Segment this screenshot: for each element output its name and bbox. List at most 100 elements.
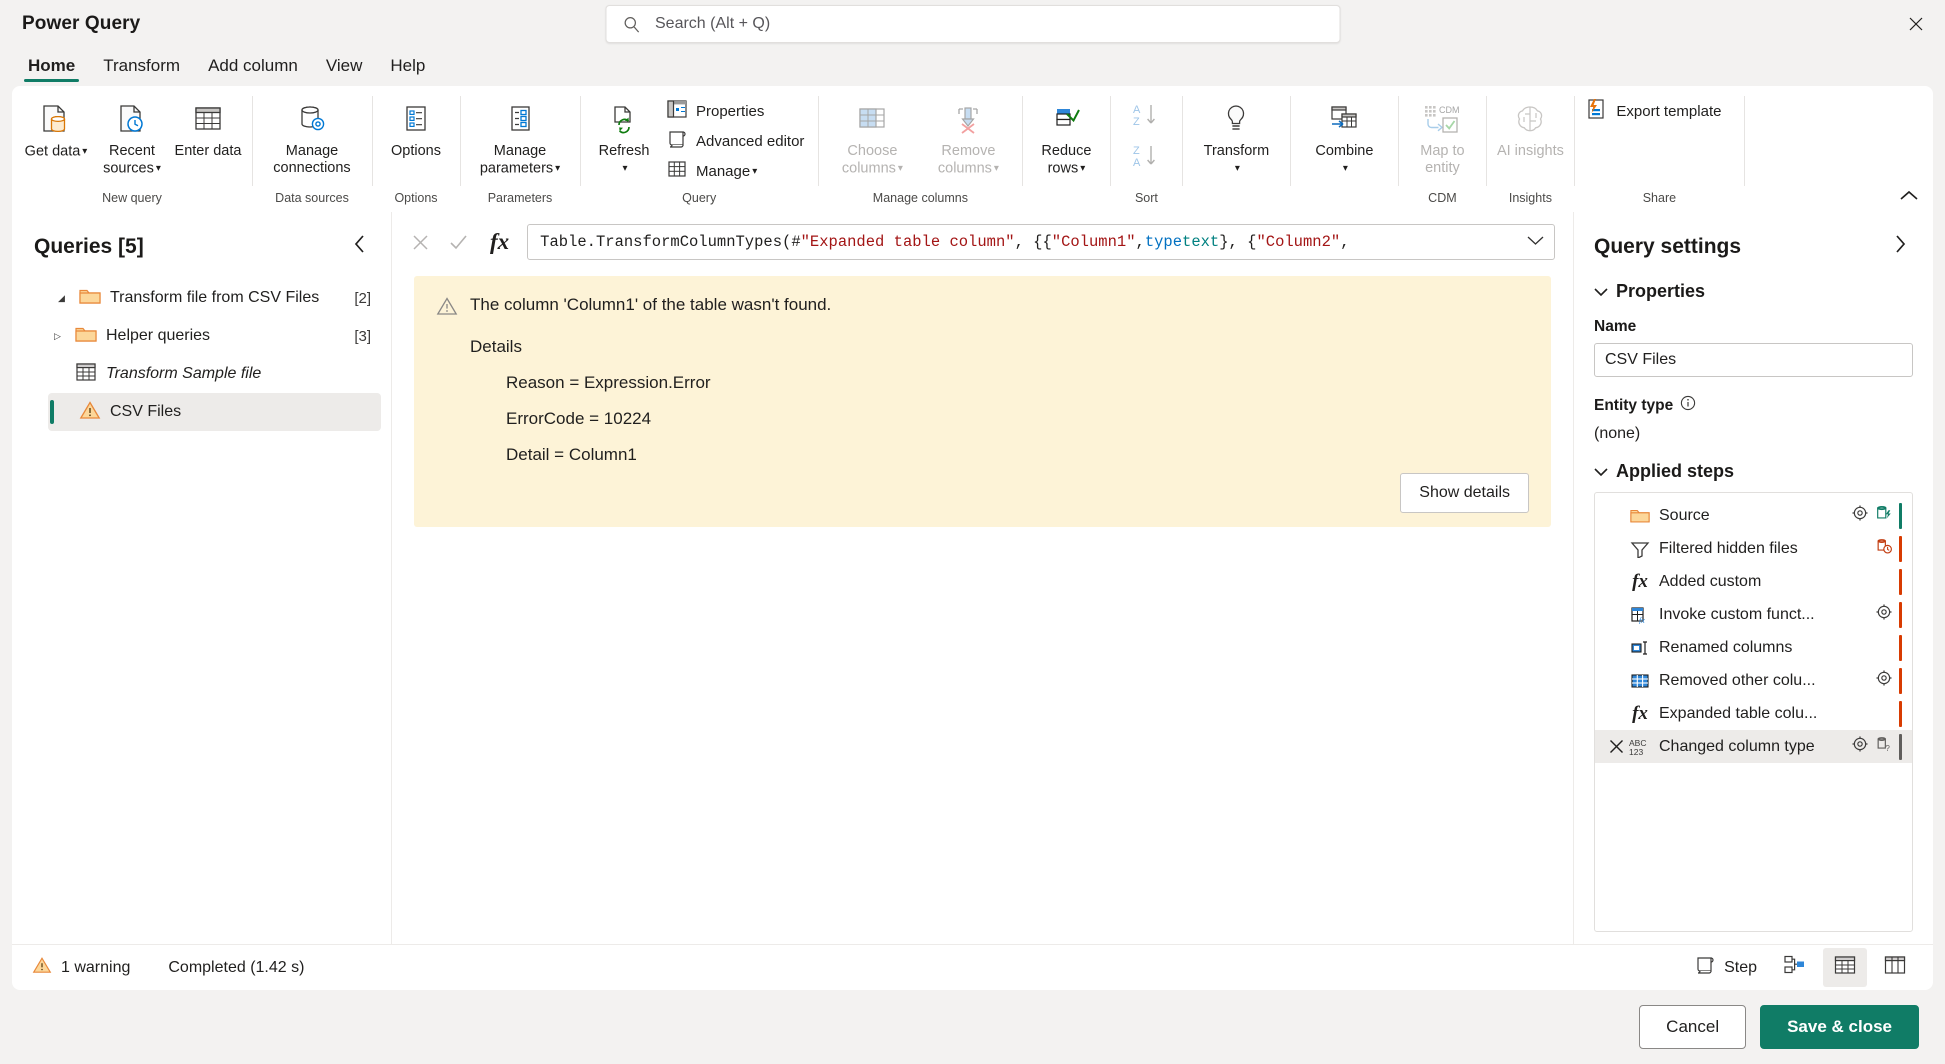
chevron-up-icon bbox=[1900, 190, 1918, 200]
query-folding-unknown-icon[interactable]: ? bbox=[1875, 735, 1893, 758]
choose-columns-icon bbox=[852, 98, 892, 140]
applied-step-renamed-columns[interactable]: Renamed columns bbox=[1595, 631, 1912, 664]
properties-button[interactable]: Properties bbox=[662, 96, 812, 126]
query-item-transform-file-from-csv-files[interactable]: ◢ Transform file from CSV Files [2] bbox=[48, 279, 381, 317]
query-item-label: Transform Sample file bbox=[106, 365, 262, 382]
save-and-close-button[interactable]: Save & close bbox=[1760, 1005, 1919, 1049]
formula-input[interactable]: Table.TransformColumnTypes(# "Expanded ta… bbox=[527, 224, 1555, 260]
data-view-button[interactable] bbox=[1823, 948, 1867, 987]
status-warning[interactable]: 1 warning bbox=[32, 956, 130, 979]
query-item-csv-files[interactable]: CSV Files bbox=[48, 393, 381, 431]
combine-button[interactable]: Combine ▾ bbox=[1296, 94, 1392, 177]
cancel-button[interactable]: Cancel bbox=[1639, 1005, 1747, 1049]
ribbon-group-label-manage-columns: Manage columns bbox=[872, 191, 968, 205]
applied-step-source[interactable]: Source bbox=[1595, 499, 1912, 532]
export-template-button[interactable]: Export template bbox=[1580, 96, 1729, 126]
manage-parameters-label: Manage parameters ▾ bbox=[468, 143, 572, 177]
tab-help[interactable]: Help bbox=[376, 57, 439, 82]
applied-steps-section-header[interactable]: Applied steps bbox=[1594, 461, 1913, 482]
advanced-editor-button[interactable]: Advanced editor bbox=[662, 126, 812, 156]
ai-insights-button[interactable]: AI insights bbox=[1492, 94, 1568, 160]
caret-expanded-icon[interactable]: ◢ bbox=[58, 293, 70, 304]
choose-columns-button[interactable]: Choose columns ▾ bbox=[824, 94, 920, 177]
rename-columns-icon bbox=[1627, 639, 1653, 657]
applied-step-added-custom[interactable]: fx Added custom bbox=[1595, 565, 1912, 598]
recent-sources-button[interactable]: Recent sources ▾ bbox=[94, 94, 170, 177]
info-icon[interactable] bbox=[1680, 395, 1696, 416]
enter-data-button[interactable]: Enter data bbox=[170, 94, 246, 160]
step-view-button[interactable]: Step bbox=[1684, 948, 1767, 987]
delete-step-button[interactable] bbox=[1605, 739, 1627, 754]
properties-icon bbox=[666, 98, 688, 125]
applied-step-invoke-custom-function[interactable]: fx Invoke custom funct... bbox=[1595, 598, 1912, 631]
status-bar: 1 warning Completed (1.42 s) Step bbox=[12, 944, 1933, 990]
search-box[interactable] bbox=[605, 5, 1340, 43]
expand-formula-bar-button[interactable] bbox=[1517, 233, 1544, 251]
get-data-button[interactable]: Get data ▾ bbox=[18, 94, 94, 160]
close-window-button[interactable] bbox=[1895, 4, 1937, 44]
choose-columns-text: Choose columns bbox=[841, 143, 898, 177]
query-name-input[interactable] bbox=[1594, 343, 1913, 377]
applied-step-removed-other-columns[interactable]: Removed other colu... bbox=[1595, 664, 1912, 697]
manage-button[interactable]: Manage ▾ bbox=[662, 156, 812, 186]
refresh-button[interactable]: Refresh ▾ bbox=[586, 94, 662, 177]
chevron-right-icon bbox=[1896, 235, 1906, 253]
get-data-icon bbox=[36, 98, 76, 140]
choose-columns-label: Choose columns ▾ bbox=[826, 143, 918, 177]
applied-step-expanded-table-column[interactable]: fx Expanded table colu... bbox=[1595, 697, 1912, 730]
warning-icon bbox=[436, 296, 458, 321]
step-indicator-bar bbox=[1899, 733, 1902, 760]
svg-text:CDM: CDM bbox=[1439, 105, 1460, 115]
queries-panel: Queries [5] ◢ Transform file from CSV Fi… bbox=[12, 212, 392, 944]
manage-parameters-button[interactable]: Manage parameters ▾ bbox=[466, 94, 574, 177]
manage-connections-button[interactable]: Manage connections bbox=[258, 94, 366, 177]
reduce-rows-button[interactable]: Reduce rows ▾ bbox=[1028, 94, 1104, 177]
formula-accept-button[interactable] bbox=[444, 228, 472, 256]
options-button[interactable]: Options bbox=[378, 94, 454, 160]
remove-columns-button[interactable]: Remove columns ▾ bbox=[920, 94, 1016, 177]
step-settings-gear-icon[interactable] bbox=[1875, 669, 1893, 692]
manage-text: Manage bbox=[696, 162, 751, 180]
ribbon-group-cdm: CDM Map to entity CDM bbox=[1398, 86, 1486, 212]
queries-panel-title: Queries [5] bbox=[34, 234, 144, 258]
diagram-view-button[interactable] bbox=[1773, 948, 1817, 987]
close-icon bbox=[1909, 17, 1923, 31]
data-source-settings-icon[interactable] bbox=[1875, 504, 1893, 527]
query-item-helper-queries[interactable]: ▷ Helper queries [3] bbox=[44, 317, 381, 355]
query-item-count: [2] bbox=[354, 289, 371, 307]
applied-step-changed-column-type[interactable]: ABC 123 Changed column type ? bbox=[1595, 730, 1912, 763]
properties-section-header[interactable]: Properties bbox=[1594, 281, 1913, 302]
chevron-down-icon bbox=[1594, 467, 1608, 476]
search-input[interactable] bbox=[653, 14, 1299, 34]
query-folding-icon[interactable] bbox=[1875, 537, 1893, 560]
collapse-queries-panel-button[interactable] bbox=[347, 230, 373, 263]
transform-button[interactable]: Transform ▾ bbox=[1188, 94, 1284, 177]
tab-home[interactable]: Home bbox=[14, 57, 89, 82]
collapse-query-settings-button[interactable] bbox=[1887, 230, 1913, 263]
step-settings-gear-icon[interactable] bbox=[1875, 603, 1893, 626]
refresh-text: Refresh bbox=[598, 143, 650, 159]
query-item-transform-sample-file[interactable]: Transform Sample file bbox=[44, 355, 381, 393]
step-settings-gear-icon[interactable] bbox=[1851, 735, 1869, 758]
chevron-down-icon bbox=[1594, 287, 1608, 296]
reduce-rows-label: Reduce rows ▾ bbox=[1030, 143, 1102, 177]
sort-ascending-button[interactable]: A Z bbox=[1116, 98, 1176, 137]
applied-step-filtered-hidden-files[interactable]: Filtered hidden files bbox=[1595, 532, 1912, 565]
collapse-ribbon-button[interactable] bbox=[1895, 184, 1923, 208]
formula-cancel-button[interactable] bbox=[406, 228, 434, 256]
tab-transform[interactable]: Transform bbox=[89, 57, 194, 82]
dialog-footer: Cancel Save & close bbox=[0, 990, 1945, 1064]
ribbon-group-label-cdm: CDM bbox=[1428, 191, 1457, 205]
caret-collapsed-icon[interactable]: ▷ bbox=[54, 331, 66, 342]
schema-view-button[interactable] bbox=[1873, 948, 1917, 987]
tab-view[interactable]: View bbox=[312, 57, 377, 82]
recent-sources-icon bbox=[112, 98, 152, 140]
map-to-entity-button[interactable]: CDM Map to entity bbox=[1404, 94, 1480, 177]
tab-add-column[interactable]: Add column bbox=[194, 57, 312, 82]
show-details-button[interactable]: Show details bbox=[1400, 473, 1529, 513]
formula-token-9: "Column2" bbox=[1256, 233, 1341, 251]
status-completed-text: Completed (1.42 s) bbox=[168, 958, 305, 976]
step-settings-gear-icon[interactable] bbox=[1851, 504, 1869, 527]
sort-descending-button[interactable]: Z A bbox=[1116, 139, 1176, 178]
query-item-count: [3] bbox=[354, 327, 371, 345]
